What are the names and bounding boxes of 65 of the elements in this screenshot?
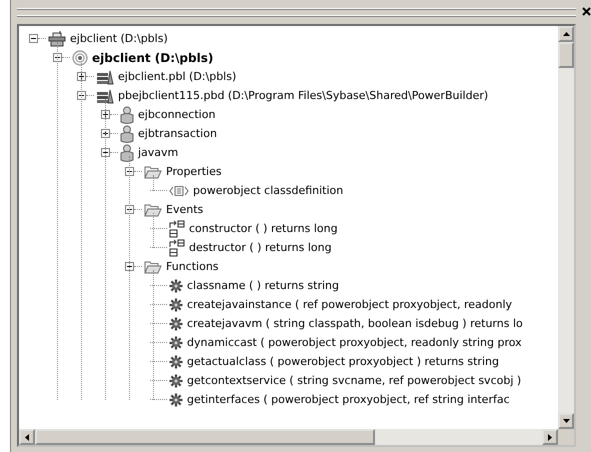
event-icon [169,238,185,256]
tree-item-label[interactable]: ejbtransaction [138,127,217,140]
horizontal-scrollbar[interactable] [19,429,558,445]
collapse-toggle[interactable] [53,53,62,62]
target-icon [72,50,88,66]
collapse-toggle[interactable] [125,205,134,214]
gear-icon [169,354,183,368]
scroll-up-button[interactable] [558,26,574,42]
tree-item-label[interactable]: ejbconnection [138,108,216,121]
open-folder-icon [144,164,162,178]
tree-item-label[interactable]: Functions [166,260,219,273]
tree-item-label[interactable]: getinterfaces ( powerobject proxyobject, ref string interfac [187,393,510,406]
gear-icon [169,336,183,350]
collapse-toggle[interactable] [125,262,134,271]
scrollbar-corner [558,429,574,445]
tree-item-label[interactable]: ejbclient (D:\pbls) [92,50,214,64]
books-icon [96,88,114,104]
gear-icon [169,278,183,292]
expand-toggle[interactable] [101,129,110,138]
user-object-icon [120,106,134,124]
gear-icon [169,298,183,312]
desk-icon [48,30,66,46]
scroll-left-button[interactable] [19,429,35,445]
gear-icon [169,316,183,330]
tree-item-label[interactable]: javavm [138,146,178,159]
tree-item-label[interactable]: constructor ( ) returns long [189,222,338,235]
scroll-down-button[interactable] [558,413,574,429]
open-folder-icon [144,202,162,216]
tree-item-label[interactable]: destructor ( ) returns long [189,241,332,254]
tree-item-label[interactable]: getactualclass ( powerobject proxyobject ) returns string [187,355,499,368]
vertical-scrollbar[interactable] [558,26,574,429]
tree-item-label[interactable]: getcontextservice ( string svcname, ref powerobject svcobj ) [187,374,522,387]
tree-item-label[interactable]: createjavainstance ( ref powerobject proxyobject, readonly [187,298,512,311]
tree-item-label[interactable]: createjavavm ( string classpath, boolean isdebug ) returns lo [187,317,523,330]
collapse-toggle[interactable] [101,148,110,157]
tree-item-label[interactable]: ejbclient.pbl (D:\pbls) [118,70,236,83]
expand-toggle[interactable] [77,72,86,81]
up-arrow-icon [562,32,570,36]
tree-item-label[interactable]: pbejbclient115.pbd (D:\Program Files\Sybase\Shared\PowerBuilder) [118,89,488,102]
panel-gripper[interactable] [17,8,576,16]
right-arrow-icon [548,434,552,440]
gear-icon [169,392,183,406]
expand-toggle[interactable] [101,110,110,119]
open-folder-icon [144,260,162,274]
gear-icon [169,374,183,388]
scroll-thumb[interactable] [35,429,375,445]
scroll-right-button[interactable] [542,429,558,445]
books-icon [96,68,114,84]
collapse-toggle[interactable] [29,34,38,43]
scroll-thumb[interactable] [558,42,574,68]
event-icon [169,220,185,238]
property-icon [169,184,189,196]
tree-item-label[interactable]: Events [166,203,204,216]
close-icon[interactable] [580,6,591,18]
left-arrow-icon [25,434,29,440]
down-arrow-icon [562,419,570,423]
tree-item-label[interactable]: ejbclient (D:\pbls) [70,32,168,45]
user-object-icon [120,144,134,162]
tree-item-label[interactable]: powerobject classdefinition [193,184,344,197]
tree-item-label[interactable]: classname ( ) returns string [187,279,340,292]
collapse-toggle[interactable] [125,167,134,176]
tree-item-label[interactable]: Properties [166,165,222,178]
user-object-icon [120,124,134,142]
collapse-toggle[interactable] [77,91,86,100]
tree-item-label[interactable]: dynamiccast ( powerobject proxyobject, readonly string prox [187,336,522,349]
